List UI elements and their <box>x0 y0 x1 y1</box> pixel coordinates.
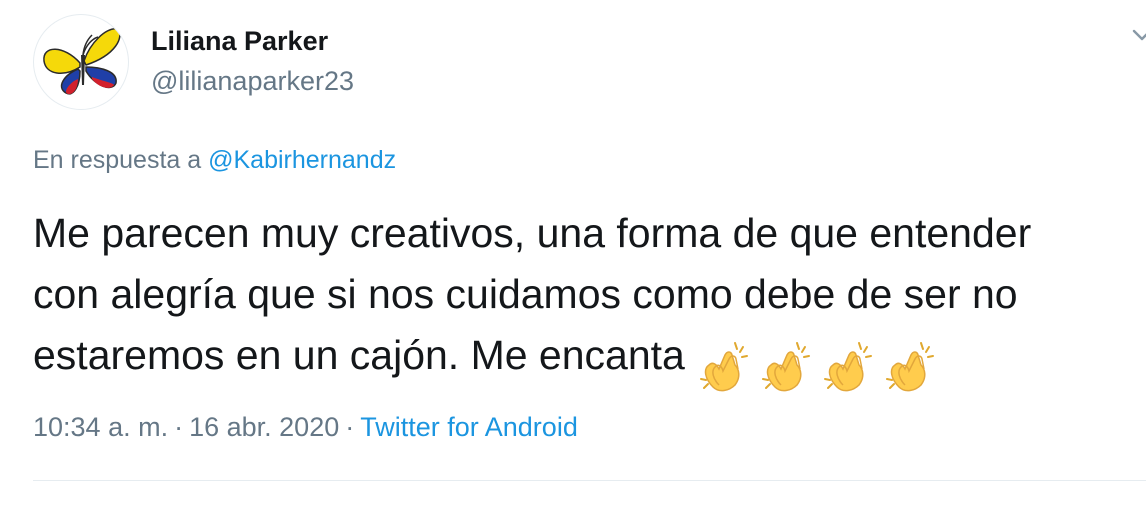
tweet-text-line-content: estaremos en un cajón. Me encanta <box>33 332 685 378</box>
divider <box>33 480 1146 481</box>
tweet: Liliana Parker @lilianaparker23 En respu… <box>0 0 1146 514</box>
meta-separator: · <box>345 412 355 442</box>
tweet-text-line: Me parecen muy creativos, una forma de q… <box>33 210 1032 256</box>
clapping-hands-icon <box>761 342 810 392</box>
reply-mention-link[interactable]: @Kabirhernandz <box>208 146 396 174</box>
emoji-group <box>695 334 943 395</box>
author-handle[interactable]: @lilianaparker23 <box>151 66 354 97</box>
author-display-name[interactable]: Liliana Parker <box>151 26 328 57</box>
butterfly-icon <box>43 28 121 95</box>
tweet-date[interactable]: 16 abr. 2020 <box>189 412 339 442</box>
chevron-down-icon[interactable] <box>1132 28 1146 44</box>
clapping-hands-icon <box>885 342 934 392</box>
reply-context: En respuesta a @Kabirhernandz <box>33 146 396 175</box>
clapping-hands-icon <box>699 342 748 392</box>
tweet-source-link[interactable]: Twitter for Android <box>360 412 578 442</box>
avatar[interactable] <box>33 14 129 110</box>
tweet-time[interactable]: 10:34 a. m. <box>33 412 168 442</box>
tweet-text-line: con alegría que si nos cuidamos como deb… <box>33 271 1018 317</box>
tweet-text: Me parecen muy creativos, una forma de q… <box>33 203 1146 392</box>
tweet-meta: 10:34 a. m. · 16 abr. 2020 · Twitter for And… <box>33 412 578 443</box>
clapping-hands-icon <box>823 342 872 392</box>
tweet-text-line: estaremos en un cajón. Me encanta <box>33 325 1146 392</box>
meta-separator: · <box>174 412 184 442</box>
reply-prefix: En respuesta a <box>33 146 202 174</box>
